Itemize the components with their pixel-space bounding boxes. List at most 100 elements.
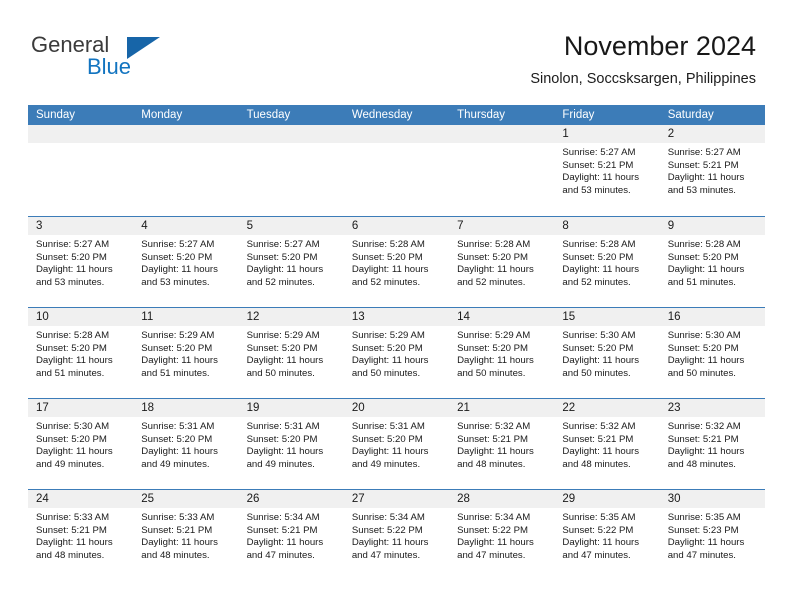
day-cell[interactable]: 13 Sunrise: 5:29 AM Sunset: 5:20 PM Dayligh… — [343, 308, 450, 398]
day-number: 4 — [141, 220, 148, 232]
day-number: 9 — [667, 220, 675, 232]
day-number-band: 20 — [343, 399, 450, 417]
day-cell[interactable]: 4 Sunrise: 5:27 AM Sunset: 5:20 PM Daylight… — [133, 217, 239, 307]
day-sun-info: Sunrise: 5:33 AM Sunset: 5:21 PM Daylight:… — [28, 508, 133, 562]
sunrise-text: Sunrise: 5:32 AM — [457, 421, 531, 432]
sunset-text: Sunset: 5:20 PM — [562, 342, 634, 354]
daylight-text: Daylight: 11 hours and 47 minutes. — [562, 537, 640, 561]
day-number-band — [343, 125, 450, 143]
day-cell[interactable]: 6 Sunrise: 5:28 AM Sunset: 5:20 PM Daylight… — [343, 217, 450, 307]
sunset-text: Sunset: 5:20 PM — [667, 342, 739, 354]
sunrise-text: Sunrise: 5:35 AM — [667, 512, 741, 523]
day-cell[interactable]: 21 Sunrise: 5:32 AM Sunset: 5:21 PM Dayligh… — [449, 399, 555, 489]
sunrise-text: Sunrise: 5:33 AM — [36, 512, 110, 523]
day-cell[interactable]: 22 Sunrise: 5:32 AM Sunset: 5:21 PM Dayligh… — [554, 399, 660, 489]
day-sun-info: Sunrise: 5:27 AM Sunset: 5:20 PM Daylight:… — [133, 235, 238, 289]
daylight-text: Daylight: 11 hours and 50 minutes. — [457, 355, 534, 379]
daylight-text: Daylight: 11 hours and 52 minutes. — [562, 264, 640, 288]
day-number: 2 — [667, 128, 675, 140]
day-number: 18 — [141, 402, 155, 414]
day-cell[interactable]: 5 Sunrise: 5:27 AM Sunset: 5:20 PM Daylight… — [238, 217, 344, 307]
daylight-text: Daylight: 11 hours and 49 minutes. — [141, 446, 218, 470]
daylight-text: Daylight: 11 hours and 50 minutes. — [667, 355, 745, 379]
day-cell[interactable]: 24 Sunrise: 5:33 AM Sunset: 5:21 PM Dayligh… — [28, 490, 134, 580]
day-sun-info: Sunrise: 5:34 AM Sunset: 5:22 PM Daylight:… — [344, 508, 449, 562]
sunset-text: Sunset: 5:20 PM — [141, 251, 213, 263]
calendar-grid: Sunday Monday Tuesday Wednesday Thursday… — [28, 105, 765, 580]
day-cell[interactable]: 26 Sunrise: 5:34 AM Sunset: 5:21 PM Dayligh… — [238, 490, 344, 580]
day-sun-info: Sunrise: 5:32 AM Sunset: 5:21 PM Daylight:… — [660, 417, 765, 471]
sunset-text: Sunset: 5:21 PM — [246, 524, 318, 536]
sunrise-text: Sunrise: 5:30 AM — [36, 421, 110, 432]
sunrise-text: Sunrise: 5:34 AM — [246, 512, 320, 523]
brand-logo[interactable]: General Blue — [31, 33, 181, 81]
day-number: 20 — [351, 402, 365, 414]
day-cell[interactable]: 1 Sunrise: 5:27 AM Sunset: 5:21 PM Daylight… — [554, 125, 660, 216]
day-cell[interactable]: 20 Sunrise: 5:31 AM Sunset: 5:20 PM Dayligh… — [343, 399, 450, 489]
day-cell[interactable]: 11 Sunrise: 5:29 AM Sunset: 5:20 PM Dayligh… — [133, 308, 239, 398]
day-cell[interactable]: 25 Sunrise: 5:33 AM Sunset: 5:21 PM Dayligh… — [133, 490, 239, 580]
day-number: 24 — [36, 493, 49, 505]
daylight-text: Daylight: 11 hours and 49 minutes. — [246, 446, 324, 470]
day-cell[interactable]: 30 Sunrise: 5:35 AM Sunset: 5:23 PM Dayligh… — [659, 490, 765, 580]
day-cell[interactable]: 19 Sunrise: 5:31 AM Sunset: 5:20 PM Dayligh… — [238, 399, 344, 489]
day-number: 6 — [351, 220, 359, 232]
day-cell[interactable]: 23 Sunrise: 5:32 AM Sunset: 5:21 PM Dayligh… — [659, 399, 765, 489]
day-sun-info: Sunrise: 5:28 AM Sunset: 5:20 PM Daylight:… — [28, 326, 133, 380]
day-cell[interactable]: 12 Sunrise: 5:29 AM Sunset: 5:20 PM Dayligh… — [238, 308, 344, 398]
day-number: 26 — [246, 493, 260, 505]
week-row: 10 Sunrise: 5:28 AM Sunset: 5:20 PM Dayligh… — [28, 307, 765, 398]
weekday-header-monday: Monday — [141, 109, 183, 121]
weekday-header-thursday: Thursday — [457, 109, 506, 121]
day-number: 28 — [457, 493, 470, 505]
day-number-band: 14 — [449, 308, 555, 326]
day-number: 5 — [246, 220, 253, 232]
sunrise-text: Sunrise: 5:29 AM — [351, 330, 425, 341]
day-cell[interactable]: 10 Sunrise: 5:28 AM Sunset: 5:20 PM Dayligh… — [28, 308, 134, 398]
day-number-band: 26 — [238, 490, 344, 508]
day-cell[interactable]: 16 Sunrise: 5:30 AM Sunset: 5:20 PM Dayligh… — [659, 308, 765, 398]
day-cell[interactable]: 18 Sunrise: 5:31 AM Sunset: 5:20 PM Dayligh… — [133, 399, 239, 489]
day-sun-info: Sunrise: 5:30 AM Sunset: 5:20 PM Daylight:… — [554, 326, 659, 380]
day-number: 21 — [457, 402, 470, 414]
day-cell[interactable]: 17 Sunrise: 5:30 AM Sunset: 5:20 PM Dayligh… — [28, 399, 134, 489]
day-number-band — [133, 125, 239, 143]
day-number: 25 — [141, 493, 155, 505]
day-cell[interactable]: 15 Sunrise: 5:30 AM Sunset: 5:20 PM Dayligh… — [554, 308, 660, 398]
day-cell[interactable]: 3 Sunrise: 5:27 AM Sunset: 5:20 PM Daylight… — [28, 217, 134, 307]
day-sun-info: Sunrise: 5:33 AM Sunset: 5:21 PM Daylight:… — [133, 508, 238, 562]
day-cell[interactable]: 8 Sunrise: 5:28 AM Sunset: 5:20 PM Daylight… — [554, 217, 660, 307]
day-number-band: 2 — [659, 125, 765, 143]
day-number-band: 16 — [659, 308, 765, 326]
day-cell[interactable]: 2 Sunrise: 5:27 AM Sunset: 5:21 PM Daylight… — [659, 125, 765, 216]
day-sun-info: Sunrise: 5:27 AM Sunset: 5:20 PM Daylight:… — [239, 235, 344, 289]
day-number-band: 10 — [28, 308, 134, 326]
sunrise-text: Sunrise: 5:32 AM — [562, 421, 636, 432]
day-cell[interactable]: 29 Sunrise: 5:35 AM Sunset: 5:22 PM Dayligh… — [554, 490, 660, 580]
page-header: General Blue November 2024 Sinolon, Socc… — [0, 0, 792, 100]
sunrise-text: Sunrise: 5:27 AM — [562, 147, 636, 158]
day-sun-info: Sunrise: 5:34 AM Sunset: 5:21 PM Daylight:… — [239, 508, 344, 562]
weekday-header-friday: Friday — [562, 109, 595, 121]
daylight-text: Daylight: 11 hours and 50 minutes. — [351, 355, 429, 379]
day-cell-empty — [133, 125, 239, 216]
weekday-header-saturday: Saturday — [667, 109, 714, 121]
day-number: 27 — [351, 493, 365, 505]
day-sun-info: Sunrise: 5:29 AM Sunset: 5:20 PM Daylight:… — [133, 326, 238, 380]
day-number-band: 30 — [659, 490, 765, 508]
day-cell[interactable]: 27 Sunrise: 5:34 AM Sunset: 5:22 PM Dayligh… — [343, 490, 450, 580]
day-sun-info: Sunrise: 5:27 AM Sunset: 5:21 PM Daylight:… — [660, 143, 765, 197]
sunrise-text: Sunrise: 5:27 AM — [667, 147, 741, 158]
brand-triangle-icon — [127, 37, 160, 59]
sunset-text: Sunset: 5:20 PM — [457, 251, 529, 263]
day-cell[interactable]: 7 Sunrise: 5:28 AM Sunset: 5:20 PM Daylight… — [449, 217, 555, 307]
sunset-text: Sunset: 5:21 PM — [457, 433, 529, 445]
day-cell[interactable]: 9 Sunrise: 5:28 AM Sunset: 5:20 PM Daylight… — [659, 217, 765, 307]
day-number-band: 28 — [449, 490, 555, 508]
day-number-band: 12 — [238, 308, 344, 326]
weekday-header-sunday: Sunday — [36, 109, 76, 121]
day-cell[interactable]: 14 Sunrise: 5:29 AM Sunset: 5:20 PM Dayligh… — [449, 308, 555, 398]
sunset-text: Sunset: 5:21 PM — [141, 524, 213, 536]
day-cell[interactable]: 28 Sunrise: 5:34 AM Sunset: 5:22 PM Dayligh… — [449, 490, 555, 580]
sunset-text: Sunset: 5:23 PM — [667, 524, 739, 536]
